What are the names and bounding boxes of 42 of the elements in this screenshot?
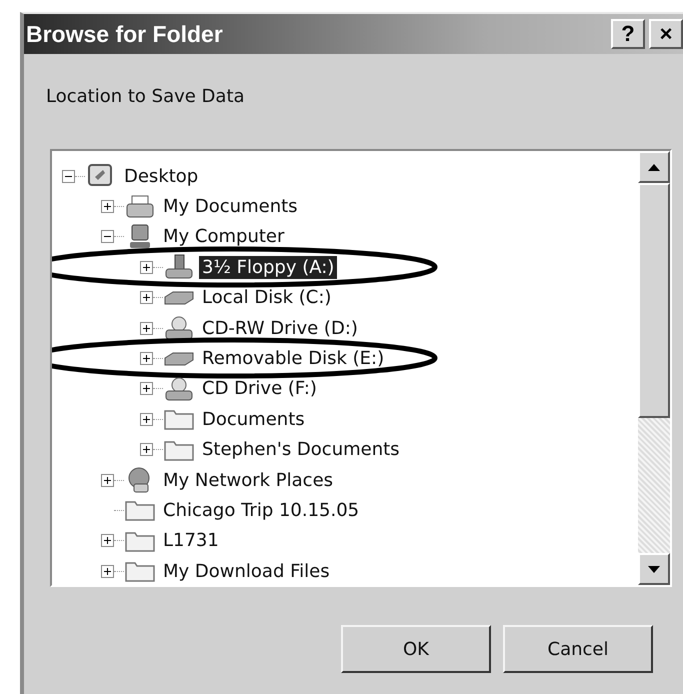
close-button[interactable]: × [649, 19, 683, 49]
folder-label[interactable]: My Network Places [160, 468, 336, 492]
folder-label[interactable]: CD Drive (F:) [199, 377, 320, 400]
scrollbar[interactable] [638, 151, 670, 585]
prompt-text: Location to Save Data [46, 86, 245, 107]
scroll-up-button[interactable] [638, 151, 670, 183]
folder-label[interactable]: Documents [199, 408, 308, 431]
printer-icon [124, 194, 156, 220]
folder-label[interactable]: Stephen's Documents [199, 438, 403, 462]
expand-toggle[interactable] [140, 412, 153, 426]
expand-toggle[interactable] [140, 443, 153, 456]
scroll-down-button[interactable] [638, 553, 670, 585]
up-arrow-icon [648, 164, 660, 170]
window-title: Browse for Folder [26, 20, 223, 48]
expand-toggle[interactable] [101, 564, 114, 578]
folder-label[interactable]: L1731 [160, 529, 222, 552]
help-button[interactable]: ? [611, 19, 645, 49]
drive-icon [163, 254, 195, 280]
scroll-thumb[interactable] [638, 183, 670, 418]
folder-label[interactable]: Chicago Trip 10.15.05 [160, 498, 362, 522]
expand-toggle[interactable] [140, 322, 153, 335]
folder-label[interactable]: My Computer [160, 225, 288, 248]
expand-toggle[interactable] [101, 534, 114, 548]
cancel-button[interactable]: Cancel [503, 625, 653, 673]
expand-toggle[interactable] [101, 200, 114, 214]
expand-toggle[interactable] [101, 474, 114, 487]
folder-label[interactable]: 3½ Floppy (A:) [199, 256, 338, 279]
expand-toggle[interactable] [140, 260, 153, 274]
folder-label[interactable]: CD-RW Drive (D:) [199, 316, 361, 340]
expand-toggle[interactable] [140, 352, 153, 366]
folder-label[interactable]: My Download Files [160, 560, 333, 583]
expand-toggle[interactable] [140, 291, 153, 304]
collapse-toggle[interactable] [101, 230, 114, 244]
folder-label[interactable]: Desktop [121, 164, 202, 188]
ok-button[interactable]: OK [341, 625, 491, 673]
cd-drive-icon [163, 376, 195, 402]
expand-toggle[interactable] [140, 382, 153, 396]
cd-drive-icon [163, 315, 195, 342]
down-arrow-icon [648, 566, 660, 572]
collapse-toggle[interactable] [62, 170, 75, 183]
folder-label[interactable]: Local Disk (C:) [199, 286, 334, 310]
folder-label[interactable]: My Documents [160, 195, 301, 218]
